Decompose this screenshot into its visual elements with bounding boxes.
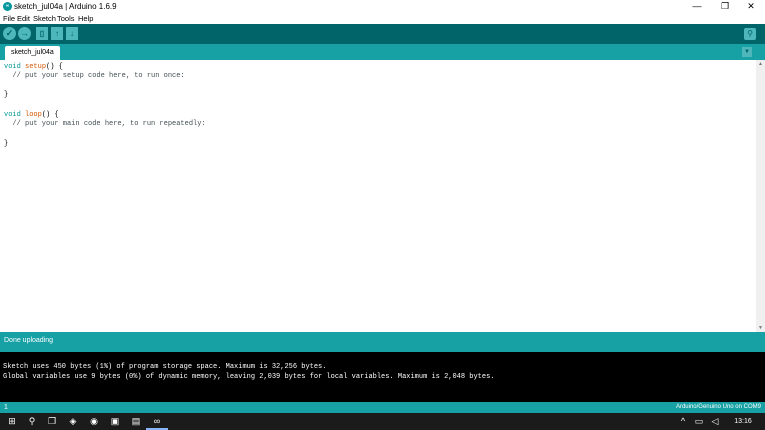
title-bar: ∞ sketch_jul04a | Arduino 1.6.9 — ❐ ✕	[0, 0, 765, 13]
menu-sketch[interactable]: Sketch	[33, 13, 56, 24]
menu-file[interactable]: File	[3, 13, 15, 24]
arduino-logo-icon: ∞	[3, 2, 12, 11]
network-icon[interactable]: ▭	[692, 413, 706, 430]
windows-taskbar: ⊞ ⚲ ❐ ◈ ◉ ▣ ▤ ∞ ^ ▭ ◁ 13:16	[0, 413, 765, 430]
tab-sketch[interactable]: sketch_jul04a	[5, 46, 60, 60]
start-icon[interactable]: ⊞	[1, 413, 23, 430]
status-message: Done uploading	[4, 337, 54, 344]
open-sketch-button[interactable]: ↑	[51, 27, 63, 40]
volume-icon[interactable]: ◁	[708, 413, 722, 430]
window-title: sketch_jul04a | Arduino 1.6.9	[14, 2, 117, 11]
app-icon[interactable]: ◈	[62, 413, 84, 430]
scroll-up-arrow-icon[interactable]: ▲	[756, 60, 765, 68]
toolbar: ✓ → ▯ ↑ ↓ ⚲	[0, 24, 765, 44]
arduino-taskbar-icon[interactable]: ∞	[146, 413, 168, 430]
code-line: // put your setup code here, to run once…	[4, 72, 185, 80]
console-line: Sketch uses 450 bytes (1%) of program st…	[3, 363, 327, 371]
close-button[interactable]: ✕	[737, 0, 765, 13]
serial-monitor-button[interactable]: ⚲	[744, 28, 756, 40]
code-editor[interactable]: void setup() { // put your setup code he…	[0, 60, 756, 332]
menu-tools[interactable]: Tools	[57, 13, 75, 24]
code-line: void loop() {	[4, 111, 59, 119]
tray-chevron-icon[interactable]: ^	[676, 413, 690, 430]
menu-edit[interactable]: Edit	[17, 13, 30, 24]
code-line: // put your main code here, to run repea…	[4, 120, 206, 128]
upload-button[interactable]: →	[18, 27, 31, 40]
chrome-icon[interactable]: ◉	[83, 413, 105, 430]
menu-help[interactable]: Help	[78, 13, 93, 24]
scroll-down-arrow-icon[interactable]: ▼	[756, 324, 765, 332]
clock[interactable]: 13:16	[725, 413, 761, 430]
footer-bar: 1 Arduino/Genuino Uno on COM9	[0, 402, 765, 413]
new-sketch-button[interactable]: ▯	[36, 27, 48, 40]
minimize-button[interactable]: —	[683, 0, 711, 13]
console-output: Sketch uses 450 bytes (1%) of program st…	[0, 352, 765, 402]
app-icon[interactable]: ▣	[104, 413, 126, 430]
code-line: }	[4, 140, 9, 148]
status-bar: Done uploading	[0, 332, 765, 352]
tab-menu-button[interactable]: ▼	[742, 47, 752, 57]
verify-button[interactable]: ✓	[3, 27, 16, 40]
code-line: }	[4, 91, 9, 99]
search-icon[interactable]: ⚲	[21, 413, 43, 430]
menu-bar: File Edit Sketch Tools Help	[0, 13, 765, 24]
file-explorer-icon[interactable]: ▤	[125, 413, 147, 430]
console-line: Global variables use 9 bytes (0%) of dyn…	[3, 373, 495, 381]
board-port-info: Arduino/Genuino Uno on COM9	[675, 404, 761, 410]
code-line: void setup() {	[4, 63, 63, 71]
tab-bar: sketch_jul04a ▼	[0, 44, 765, 60]
editor-scrollbar[interactable]: ▲ ▼	[756, 60, 765, 332]
save-sketch-button[interactable]: ↓	[66, 27, 78, 40]
task-view-icon[interactable]: ❐	[41, 413, 63, 430]
line-number: 1	[4, 404, 8, 411]
maximize-button[interactable]: ❐	[711, 0, 739, 13]
